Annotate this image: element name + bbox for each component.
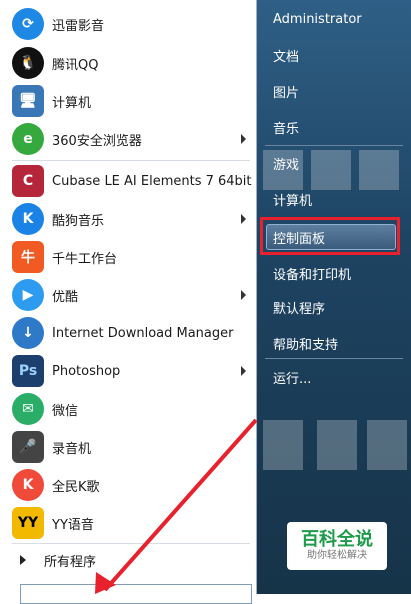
link-control-panel[interactable]: 控制面板 <box>273 228 325 247</box>
watermark-title: 百科全说 <box>301 529 373 550</box>
watermark-logo: 百科全说 助你轻松解决 <box>287 522 387 570</box>
watermark-subtitle: 助你轻松解决 <box>307 550 367 561</box>
annotation-arrow <box>95 418 258 594</box>
